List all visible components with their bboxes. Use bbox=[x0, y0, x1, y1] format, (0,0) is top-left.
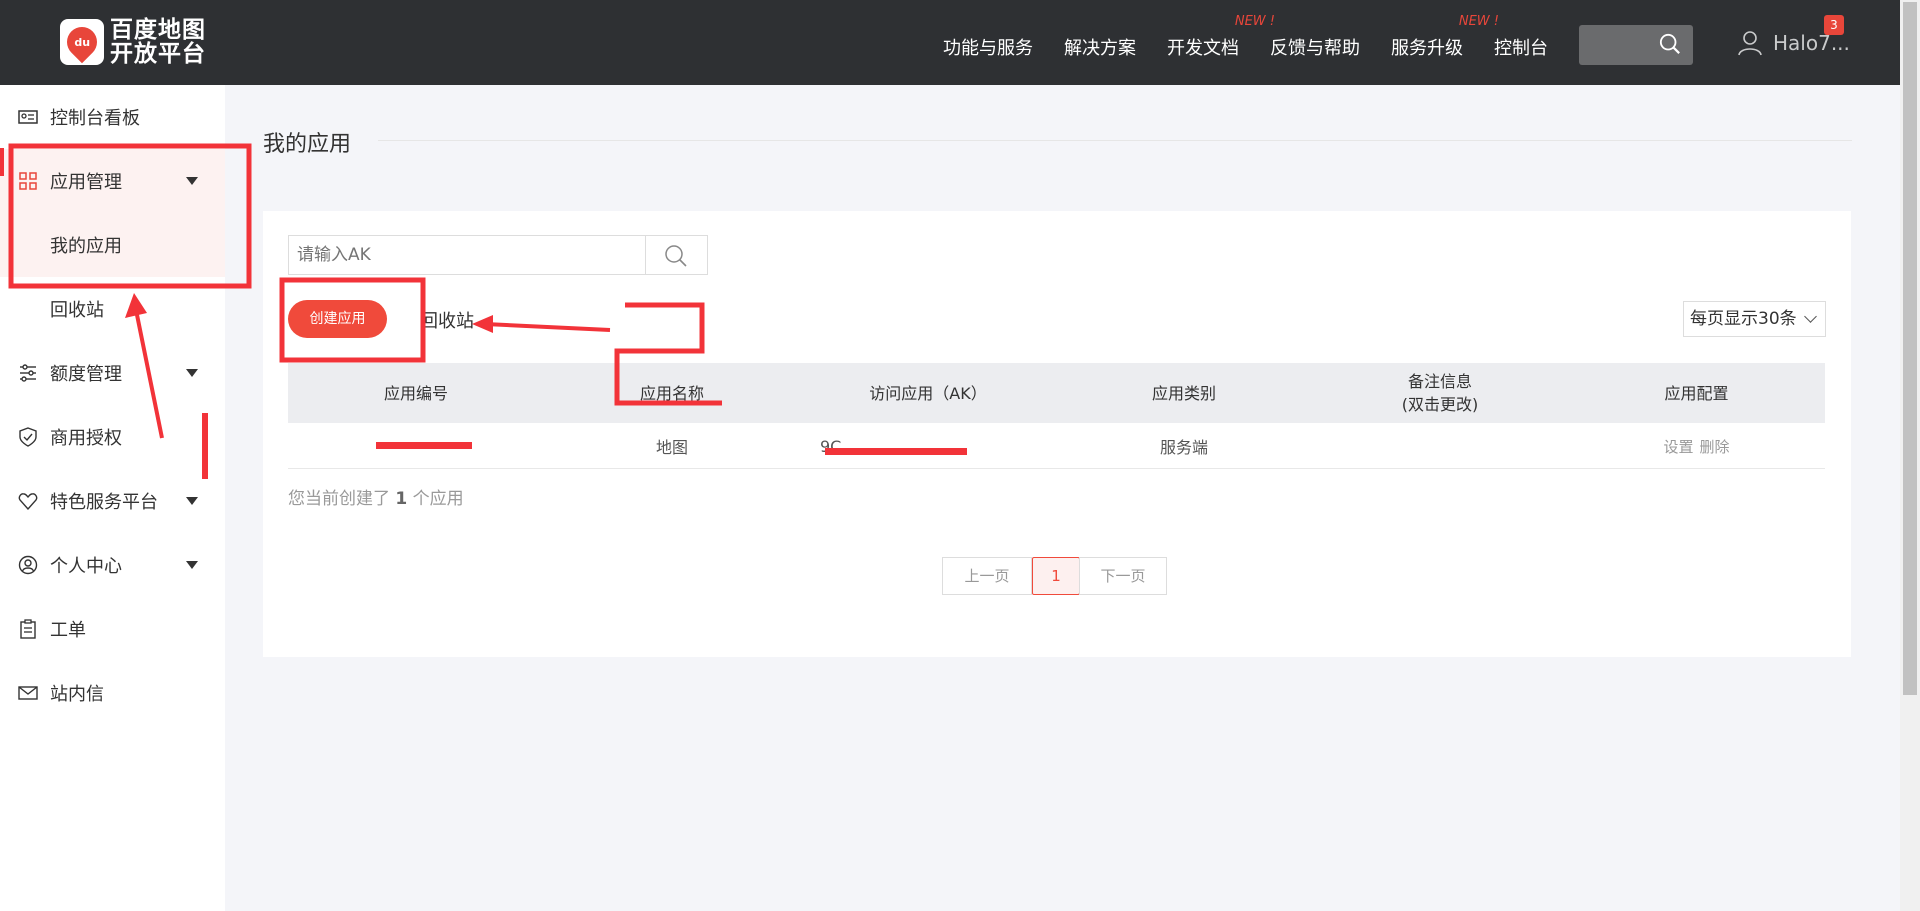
annotation-mark bbox=[0, 148, 4, 176]
annotation-arrow-line bbox=[133, 304, 164, 439]
annotation-arrow-head bbox=[472, 315, 493, 333]
annotation-number-2 bbox=[614, 302, 722, 406]
annotation-overlay bbox=[0, 143, 722, 479]
annotation-mark bbox=[202, 413, 208, 479]
annotation-box-app-management bbox=[8, 143, 252, 289]
annotation-arrow-head bbox=[125, 293, 147, 318]
annotation-box-create-button bbox=[279, 277, 426, 363]
annotation-arrow-line bbox=[484, 322, 611, 332]
